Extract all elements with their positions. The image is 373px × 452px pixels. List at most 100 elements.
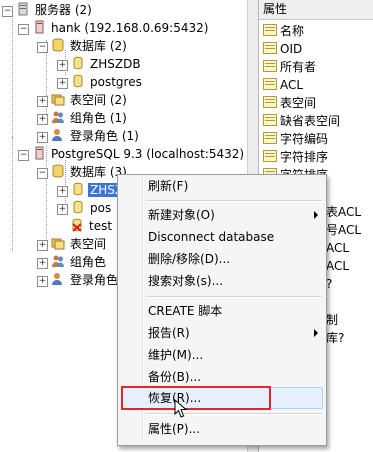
property-fragment: ACL xyxy=(326,259,350,273)
tree-label: pos xyxy=(90,201,112,215)
expand-icon[interactable]: + xyxy=(37,240,48,251)
property-icon xyxy=(263,96,277,108)
menu-item-create-script[interactable]: CREATE 脚本 xyxy=(148,301,222,321)
menu-item-disconnect-database[interactable]: Disconnect database xyxy=(148,227,274,247)
property-fragment: 表ACL xyxy=(326,205,362,219)
tree-node-tablespaces[interactable]: + 表空间 (2) xyxy=(37,91,129,109)
expand-icon[interactable]: + xyxy=(57,60,68,71)
expand-icon[interactable]: + xyxy=(37,258,48,269)
servers-icon xyxy=(18,2,28,16)
tree-node-login-roles[interactable]: + 登录角色 (1) xyxy=(37,127,141,145)
property-fragment: ACL xyxy=(326,241,350,255)
property-row[interactable]: 名称 xyxy=(263,22,304,40)
property-row[interactable]: 表空间 xyxy=(263,94,316,112)
property-icon xyxy=(263,24,277,36)
property-row[interactable]: ACL xyxy=(263,76,303,94)
property-name: 字符编码 xyxy=(280,132,329,146)
tree-label: test xyxy=(89,219,113,233)
property-icon xyxy=(263,132,277,144)
tree-label: 组角色 xyxy=(70,255,107,269)
tree-label: 表空间 (2) xyxy=(70,93,127,107)
expand-icon[interactable]: + xyxy=(37,132,48,143)
tree-node-tablespaces-2[interactable]: + 表空间 xyxy=(37,235,108,253)
tree-label: 服务器 (2) xyxy=(35,3,92,17)
expand-icon[interactable]: + xyxy=(37,276,48,287)
tree-node-group-roles-2[interactable]: + 组角色 xyxy=(37,253,108,271)
property-row[interactable]: OID xyxy=(263,40,302,58)
collapse-icon[interactable]: − xyxy=(18,24,29,35)
database-icon xyxy=(73,182,83,196)
database-icon xyxy=(73,74,83,88)
tree-node-hank-server[interactable]: − hank (192.168.0.69:5432) xyxy=(18,19,210,37)
menu-separator xyxy=(146,296,322,298)
expand-icon[interactable]: + xyxy=(57,204,68,215)
tree-node-zhszdb[interactable]: + ZHSZDB xyxy=(57,55,143,73)
property-name: 名称 xyxy=(280,24,305,38)
login-roles-icon xyxy=(52,273,62,285)
property-icon xyxy=(263,78,277,90)
menu-item-reports[interactable]: 报告(R) xyxy=(148,323,190,343)
tree-label: 登录角色 xyxy=(70,273,119,287)
tree-node-pg93-server[interactable]: − PostgreSQL 9.3 (localhost:5432) xyxy=(18,145,246,163)
property-name: ACL xyxy=(280,78,304,92)
property-name: 所有者 xyxy=(280,60,317,74)
property-name: 缺省表空间 xyxy=(280,114,341,128)
property-row[interactable]: 所有者 xyxy=(263,58,316,76)
property-row[interactable]: 缺省表空间 xyxy=(263,112,340,130)
collapse-icon[interactable]: − xyxy=(37,168,48,179)
property-icon xyxy=(263,150,277,162)
tree-label: postgres xyxy=(90,75,142,89)
tablespaces-icon xyxy=(51,238,65,250)
tree-label: PostgreSQL 9.3 (localhost:5432) xyxy=(51,147,245,161)
tree-label: 数据库 (2) xyxy=(70,39,127,53)
property-fragment: 制 xyxy=(326,313,339,327)
tree-label: 表空间 xyxy=(70,237,107,251)
menu-item-refresh[interactable]: 刷新(F) xyxy=(148,176,188,196)
tree-label: 登录角色 (1) xyxy=(70,129,139,143)
property-row[interactable]: 字符排序 xyxy=(263,148,328,166)
tree-node-pg93-databases[interactable]: − 数据库 (3) xyxy=(37,163,129,181)
server-connected-icon xyxy=(35,20,44,34)
menu-item-delete[interactable]: 删除/移除(D)... xyxy=(148,249,230,269)
menu-item-search-objects[interactable]: 搜索对象(s)... xyxy=(148,271,223,291)
tree-node-hank-databases[interactable]: − 数据库 (2) xyxy=(37,37,129,55)
property-name: OID xyxy=(280,42,303,56)
property-fragment: 号ACL xyxy=(326,223,362,237)
expand-icon[interactable]: + xyxy=(57,78,68,89)
menu-separator xyxy=(146,413,322,415)
collapse-icon[interactable]: − xyxy=(37,42,48,53)
database-icon xyxy=(73,56,83,70)
property-icon xyxy=(263,42,277,54)
properties-header: 属性 xyxy=(259,0,373,20)
tree-node-test[interactable]: test xyxy=(70,217,114,235)
database-icon xyxy=(73,200,83,214)
login-roles-icon xyxy=(52,129,62,141)
menu-item-new-object[interactable]: 新建对象(O) xyxy=(148,205,215,225)
property-name: 字符排序 xyxy=(280,150,329,164)
tree-node-login-roles-2[interactable]: + 登录角色 xyxy=(37,271,120,289)
tree-node-group-roles[interactable]: + 组角色 (1) xyxy=(37,109,129,127)
expand-icon[interactable]: + xyxy=(37,114,48,125)
expand-icon[interactable]: + xyxy=(57,186,68,197)
database-disconnected-icon xyxy=(72,218,82,232)
submenu-arrow-icon xyxy=(314,211,318,219)
tree-label: 组角色 (1) xyxy=(70,111,127,125)
tree-node-postgres[interactable]: + postgres xyxy=(57,73,144,91)
menu-item-properties[interactable]: 属性(P)... xyxy=(148,419,200,439)
menu-item-backup[interactable]: 备份(B)... xyxy=(148,367,201,387)
menu-item-maintenance[interactable]: 维护(M)... xyxy=(148,345,203,365)
collapse-icon[interactable]: − xyxy=(2,6,13,17)
tree-label: ZHSZDB xyxy=(90,57,141,71)
property-fragment: 库? xyxy=(326,331,345,345)
expand-icon[interactable]: + xyxy=(37,96,48,107)
context-menu: 刷新(F) 新建对象(O) Disconnect database 删除/移除(… xyxy=(117,174,327,446)
property-name: 表空间 xyxy=(280,96,317,110)
tree-node-postgres-2[interactable]: + pos xyxy=(57,199,113,217)
property-row[interactable]: 字符编码 xyxy=(263,130,328,148)
menu-separator xyxy=(146,200,322,202)
tree-node-servers[interactable]: − 服务器 (2) xyxy=(2,1,94,19)
collapse-icon[interactable]: − xyxy=(18,150,29,161)
databases-icon xyxy=(52,164,64,178)
databases-icon xyxy=(52,38,64,52)
property-icon xyxy=(263,114,277,126)
